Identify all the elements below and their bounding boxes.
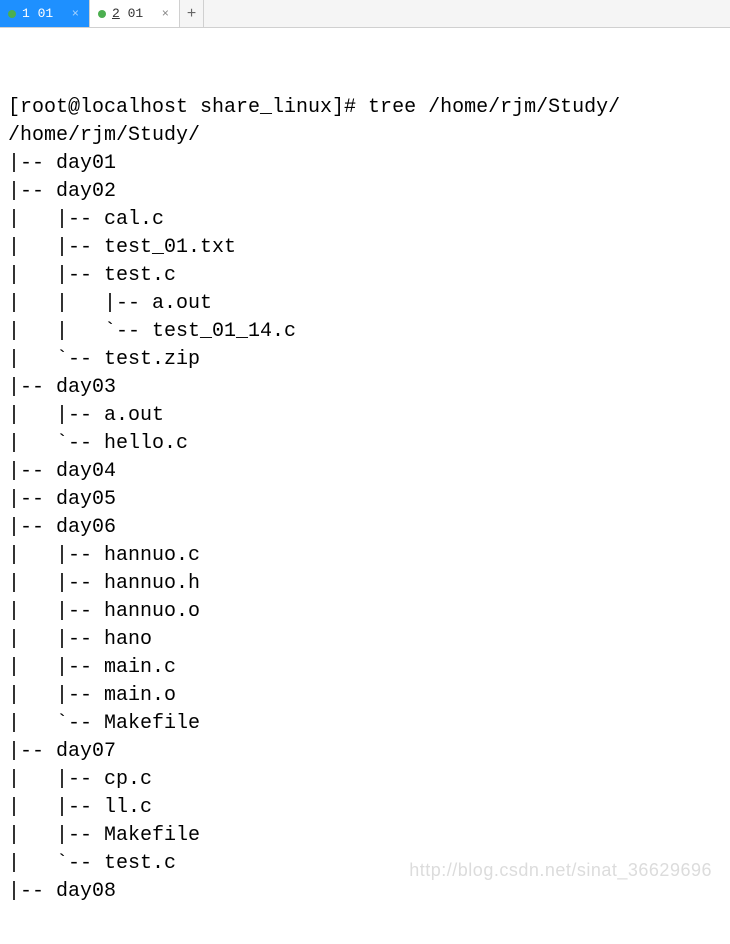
terminal-line: | |-- Makefile <box>8 822 722 850</box>
terminal-line: | |-- cp.c <box>8 766 722 794</box>
watermark-text: http://blog.csdn.net/sinat_36629696 <box>409 860 712 881</box>
terminal-line: |-- day08 <box>8 878 722 906</box>
close-icon[interactable]: × <box>160 7 171 21</box>
add-tab-button[interactable]: + <box>180 0 204 27</box>
terminal-line: | |-- cal.c <box>8 206 722 234</box>
terminal-line: | |-- hannuo.c <box>8 542 722 570</box>
terminal-line: | |-- a.out <box>8 402 722 430</box>
close-icon[interactable]: × <box>70 7 81 21</box>
tab-label: 2 01 <box>112 6 154 21</box>
terminal-line: | |-- hannuo.o <box>8 598 722 626</box>
terminal-line: |-- day04 <box>8 458 722 486</box>
terminal-line: | |-- hannuo.h <box>8 570 722 598</box>
terminal-line: | `-- test.zip <box>8 346 722 374</box>
terminal-line: /home/rjm/Study/ <box>8 122 722 150</box>
terminal-line: |-- day02 <box>8 178 722 206</box>
terminal-line: | | |-- a.out <box>8 290 722 318</box>
terminal-line: |-- day01 <box>8 150 722 178</box>
status-dot-icon <box>98 10 106 18</box>
terminal-line: | | `-- test_01_14.c <box>8 318 722 346</box>
tab-bar: 1 01 × 2 01 × + <box>0 0 730 28</box>
terminal-line: | |-- test_01.txt <box>8 234 722 262</box>
terminal-line: | |-- test.c <box>8 262 722 290</box>
terminal-line: | `-- hello.c <box>8 430 722 458</box>
terminal-line: | |-- ll.c <box>8 794 722 822</box>
terminal-line: | |-- main.c <box>8 654 722 682</box>
terminal-prompt-line: [root@localhost share_linux]# tree /home… <box>8 94 722 122</box>
terminal-output: [root@localhost share_linux]# tree /home… <box>0 28 730 944</box>
terminal-line: | |-- main.o <box>8 682 722 710</box>
tab-label: 1 01 <box>22 6 64 21</box>
terminal-line: |-- day05 <box>8 486 722 514</box>
tab-2[interactable]: 2 01 × <box>90 0 180 27</box>
terminal-line: | `-- Makefile <box>8 710 722 738</box>
terminal-line: |-- day06 <box>8 514 722 542</box>
terminal-line: |-- day03 <box>8 374 722 402</box>
terminal-line: |-- day07 <box>8 738 722 766</box>
terminal-line: | |-- hano <box>8 626 722 654</box>
tab-1[interactable]: 1 01 × <box>0 0 90 27</box>
status-dot-icon <box>8 10 16 18</box>
